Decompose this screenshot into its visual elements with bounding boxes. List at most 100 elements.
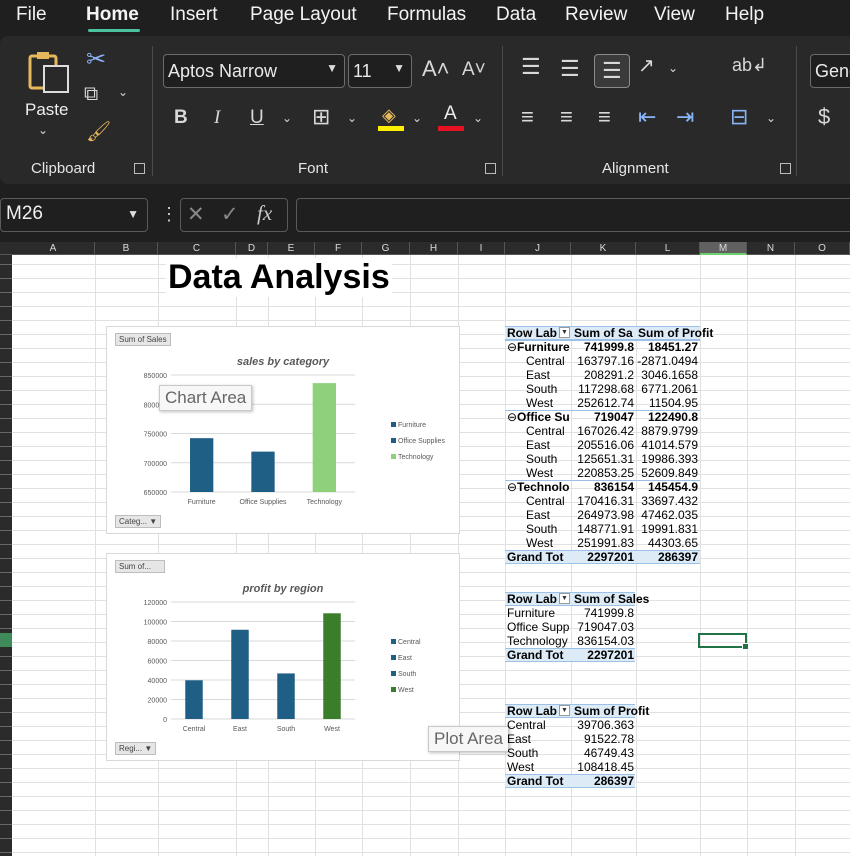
filter-dropdown-icon[interactable]: ▼ [559, 327, 570, 338]
pivot-row-sales[interactable]: 148771.91 [572, 522, 634, 536]
align-center-icon[interactable]: ≡ [560, 106, 573, 128]
pivot-group-label[interactable]: Office Su [517, 410, 572, 424]
pivot-group-profit[interactable]: 122490.8 [634, 410, 698, 424]
bar-west[interactable] [323, 613, 341, 719]
copy-icon[interactable]: ⧉ [84, 84, 98, 104]
pivot-row-sales[interactable]: 251991.83 [572, 536, 634, 550]
menu-page-layout[interactable]: Page Layout [250, 4, 357, 26]
pivot-row-value[interactable]: 836154.03 [572, 634, 634, 648]
pivot-header-rows[interactable]: Row Lab [507, 704, 563, 718]
bar-central[interactable] [185, 680, 203, 719]
grand-total-profit[interactable]: 286397 [634, 550, 698, 564]
align-right-icon[interactable]: ≡ [598, 106, 611, 128]
underline-chevron-icon[interactable]: ⌄ [282, 112, 292, 124]
align-top-icon[interactable]: ☰ [521, 56, 541, 78]
pivot-row-profit[interactable]: 11504.95 [634, 396, 698, 410]
pivot-row-profit[interactable]: 19986.393 [634, 452, 698, 466]
pivot-row-sales[interactable]: 170416.31 [572, 494, 634, 508]
column-header-o[interactable]: O [795, 242, 850, 255]
pivot-row-label[interactable]: Central [526, 354, 572, 368]
pivot-row-value[interactable]: 46749.43 [572, 746, 634, 760]
merge-chevron-icon[interactable]: ⌄ [766, 112, 776, 124]
filter-dropdown-icon[interactable]: ▼ [559, 593, 570, 604]
font-family-select[interactable]: Aptos Narrow ▼ [163, 54, 345, 88]
decrease-font-icon[interactable]: A˅ [462, 60, 486, 79]
pivot-row-sales[interactable]: 205516.06 [572, 438, 634, 452]
pivot-row-profit[interactable]: 44303.65 [634, 536, 698, 550]
align-bottom-button[interactable]: ☰ [594, 54, 630, 88]
grand-total-value[interactable]: 2297201 [572, 648, 634, 662]
formula-input[interactable] [296, 198, 850, 232]
profit-by-region-chart[interactable]: profit by region 0 20000 40000 60000 80000 100… [106, 553, 460, 761]
column-header-j[interactable]: J [505, 242, 571, 255]
menu-insert[interactable]: Insert [170, 4, 218, 26]
pivot-row-label[interactable]: South [526, 382, 572, 396]
more-options-icon[interactable]: ⋮ [160, 204, 178, 225]
pivot-group-label[interactable]: Furniture [517, 340, 572, 354]
pivot-row-profit[interactable]: 33697.432 [634, 494, 698, 508]
paste-chevron-icon[interactable]: ⌄ [38, 124, 48, 136]
collapse-icon[interactable]: ⊖ [507, 410, 517, 424]
column-header-b[interactable]: B [95, 242, 158, 255]
pivot-row-value[interactable]: 108418.45 [572, 760, 634, 774]
column-header-n[interactable]: N [747, 242, 795, 255]
menu-view[interactable]: View [654, 4, 695, 26]
pivot-group-sales[interactable]: 836154 [572, 480, 634, 494]
sum-of-profit-field-button[interactable]: Sum of... [115, 560, 165, 573]
number-format-select[interactable]: Gene [810, 54, 850, 88]
pivot-row-profit[interactable]: 6771.2061 [634, 382, 698, 396]
bar-south[interactable] [277, 673, 295, 719]
pivot-row-sales[interactable]: 252612.74 [572, 396, 634, 410]
pivot-row-label[interactable]: West [526, 396, 572, 410]
merge-center-icon[interactable]: ⊟ [730, 106, 748, 128]
pivot-row-sales[interactable]: 117298.68 [572, 382, 634, 396]
currency-button[interactable]: $ [818, 106, 830, 128]
pivot-header-sales[interactable]: Sum of Sa [574, 326, 636, 340]
pivot-header-rows[interactable]: Row Lab [507, 326, 563, 340]
pivot-row-profit[interactable]: 19991.831 [634, 522, 698, 536]
pivot-row-value[interactable]: 91522.78 [572, 732, 634, 746]
grand-total-value[interactable]: 286397 [572, 774, 634, 788]
pivot-row-profit[interactable]: 52609.849 [634, 466, 698, 480]
cancel-icon[interactable]: ✕ [187, 204, 205, 225]
pivot-row-label[interactable]: Central [507, 718, 573, 732]
decrease-indent-icon[interactable]: ⇤ [638, 106, 656, 128]
collapse-icon[interactable]: ⊖ [507, 340, 517, 354]
pivot-row-label[interactable]: East [526, 508, 572, 522]
pivot-row-profit[interactable]: -2871.0494 [634, 354, 698, 368]
align-middle-icon[interactable]: ☰ [560, 58, 580, 80]
filter-dropdown-icon[interactable]: ▼ [559, 705, 570, 716]
pivot-row-label[interactable]: Furniture [507, 606, 573, 620]
column-header-i[interactable]: I [458, 242, 505, 255]
collapse-icon[interactable]: ⊖ [507, 480, 517, 494]
pivot-row-label[interactable]: South [526, 522, 572, 536]
grand-total-label[interactable]: Grand Tot [507, 550, 571, 564]
column-header-e[interactable]: E [268, 242, 315, 255]
grand-total-sales[interactable]: 2297201 [572, 550, 634, 564]
borders-chevron-icon[interactable]: ⌄ [347, 112, 357, 124]
pivot-row-label[interactable]: Technology [507, 634, 573, 648]
sheet-title[interactable]: Data Analysis [166, 258, 392, 297]
pivot-row-sales[interactable]: 125651.31 [572, 452, 634, 466]
menu-formulas[interactable]: Formulas [387, 4, 466, 26]
pivot-row-label[interactable]: Office Supp [507, 620, 573, 634]
wrap-text-icon[interactable]: ab↲ [732, 56, 767, 74]
pivot-group-profit[interactable]: 145454.9 [634, 480, 698, 494]
pivot-row-sales[interactable]: 220853.25 [572, 466, 634, 480]
column-header-h[interactable]: H [410, 242, 458, 255]
menu-home[interactable]: Home [86, 4, 139, 26]
orientation-icon[interactable]: ↗ [638, 56, 655, 76]
sum-of-sales-field-button[interactable]: Sum of Sales [115, 333, 171, 346]
pivot-row-profit[interactable]: 41014.579 [634, 438, 698, 452]
bar-east[interactable] [231, 629, 249, 719]
region-filter-button[interactable]: Regi... ▼ [115, 742, 157, 755]
pivot-row-label[interactable]: West [526, 536, 572, 550]
insert-function-icon[interactable]: fx [257, 203, 272, 224]
pivot-row-label[interactable]: West [507, 760, 573, 774]
pivot-row-label[interactable]: Central [526, 424, 572, 438]
enter-icon[interactable]: ✓ [221, 204, 239, 225]
sales-by-category-chart[interactable]: sales by category 650000 700000 750000 80000… [106, 326, 460, 534]
grand-total-label[interactable]: Grand Tot [507, 648, 571, 662]
bold-button[interactable]: B [174, 108, 188, 127]
menu-file[interactable]: File [16, 4, 47, 26]
